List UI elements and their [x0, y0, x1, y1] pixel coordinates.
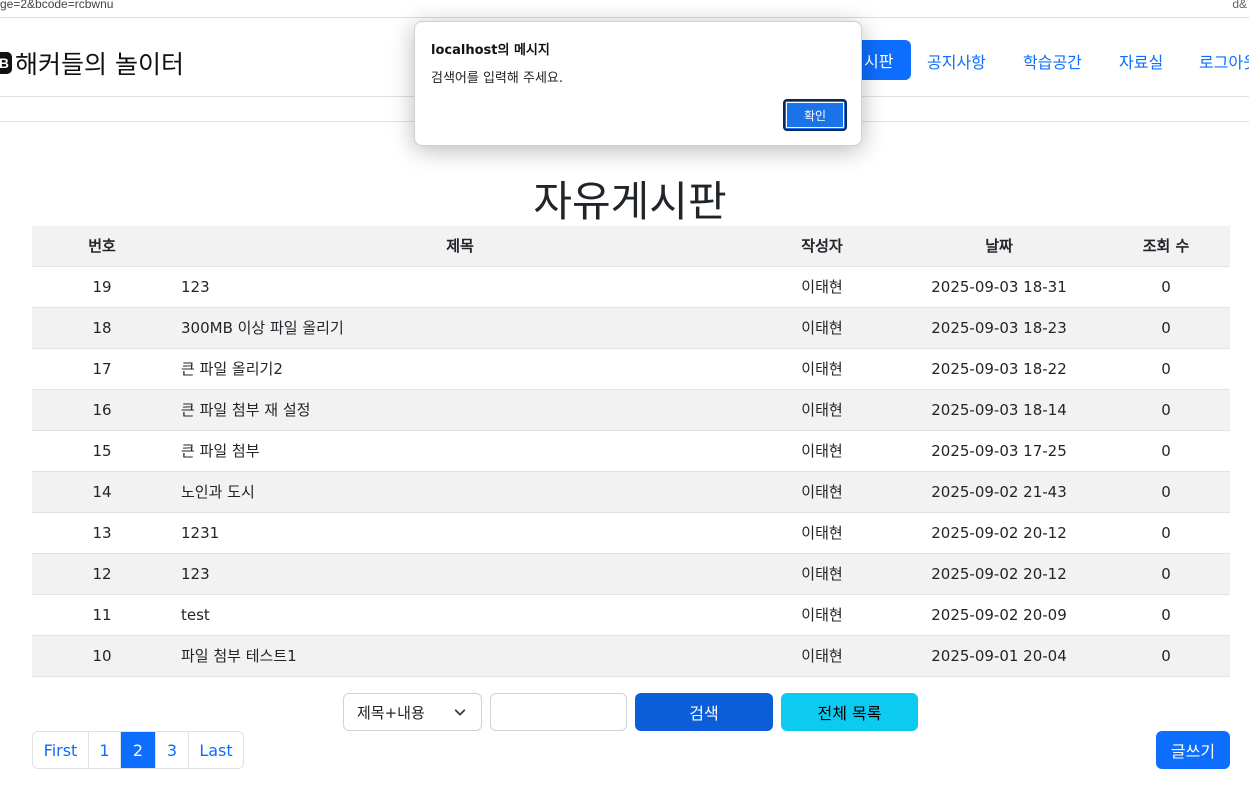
- row-date: 2025-09-03 17-25: [896, 430, 1102, 472]
- table-row[interactable]: 11 test 이태현 2025-09-02 20-09 0: [32, 594, 1230, 636]
- row-views: 0: [1102, 389, 1230, 431]
- row-date: 2025-09-02 20-12: [896, 553, 1102, 595]
- row-date: 2025-09-03 18-14: [896, 389, 1102, 431]
- row-num: 19: [32, 266, 172, 308]
- search-button[interactable]: 검색: [635, 693, 773, 731]
- alert-message: 검색어를 입력해 주세요.: [431, 71, 563, 86]
- table-row[interactable]: 12 123 이태현 2025-09-02 20-12 0: [32, 553, 1230, 595]
- nav-item-archive[interactable]: 자료실: [1119, 49, 1163, 73]
- row-title-link[interactable]: 큰 파일 첨부: [172, 430, 748, 472]
- row-date: 2025-09-01 20-04: [896, 635, 1102, 677]
- row-title-link[interactable]: test: [172, 594, 748, 636]
- row-num: 15: [32, 430, 172, 472]
- row-date: 2025-09-02 20-09: [896, 594, 1102, 636]
- row-author: 이태현: [748, 389, 896, 431]
- row-num: 18: [32, 307, 172, 349]
- row-date: 2025-09-03 18-22: [896, 348, 1102, 390]
- row-author: 이태현: [748, 471, 896, 513]
- search-type-value: 제목+내용: [357, 703, 425, 722]
- alert-title: localhost의 메시지: [431, 43, 550, 58]
- address-bar-right-text: d&: [1232, 0, 1247, 11]
- header-author: 작성자: [748, 226, 896, 267]
- table-row[interactable]: 17 큰 파일 올리기2 이태현 2025-09-03 18-22 0: [32, 348, 1230, 390]
- pagination: First 1 2 3 Last: [32, 731, 244, 769]
- search-input[interactable]: [490, 693, 627, 731]
- board-table: 번호 제목 작성자 날짜 조회 수 19 123 이태현 2025-09-03 …: [32, 226, 1230, 677]
- bootstrap-logo-icon: B: [0, 52, 12, 74]
- row-views: 0: [1102, 635, 1230, 677]
- table-row[interactable]: 19 123 이태현 2025-09-03 18-31 0: [32, 266, 1230, 308]
- alert-ok-button[interactable]: 확인: [783, 99, 847, 131]
- table-row[interactable]: 15 큰 파일 첨부 이태현 2025-09-03 17-25 0: [32, 430, 1230, 472]
- row-title-link[interactable]: 1231: [172, 512, 748, 554]
- url-text[interactable]: ge=2&bcode=rcbwnu: [0, 0, 113, 11]
- row-title-link[interactable]: 큰 파일 첨부 재 설정: [172, 389, 748, 431]
- nav-item-notice[interactable]: 공지사항: [927, 49, 986, 73]
- brand[interactable]: B 해커들의 놀이터: [0, 45, 184, 81]
- page-last[interactable]: Last: [189, 732, 243, 768]
- nav-item-study[interactable]: 학습공간: [1023, 49, 1082, 73]
- table-row[interactable]: 18 300MB 이상 파일 올리기 이태현 2025-09-03 18-23 …: [32, 307, 1230, 349]
- row-num: 11: [32, 594, 172, 636]
- header-title: 제목: [172, 226, 748, 267]
- table-header-row: 번호 제목 작성자 날짜 조회 수: [32, 226, 1230, 267]
- row-num: 16: [32, 389, 172, 431]
- table-row[interactable]: 16 큰 파일 첨부 재 설정 이태현 2025-09-03 18-14 0: [32, 389, 1230, 431]
- nav-item-logout[interactable]: 로그아웃: [1199, 49, 1249, 73]
- row-author: 이태현: [748, 430, 896, 472]
- row-date: 2025-09-03 18-31: [896, 266, 1102, 308]
- table-row[interactable]: 14 노인과 도시 이태현 2025-09-02 21-43 0: [32, 471, 1230, 513]
- write-button[interactable]: 글쓰기: [1156, 731, 1230, 769]
- header-num: 번호: [32, 226, 172, 267]
- header-date: 날짜: [896, 226, 1102, 267]
- nav-item-board-active[interactable]: 시판: [855, 40, 911, 80]
- row-author: 이태현: [748, 635, 896, 677]
- row-title-link[interactable]: 123: [172, 553, 748, 595]
- row-date: 2025-09-02 21-43: [896, 471, 1102, 513]
- page-first[interactable]: First: [33, 732, 89, 768]
- row-views: 0: [1102, 307, 1230, 349]
- row-num: 14: [32, 471, 172, 513]
- row-title-link[interactable]: 123: [172, 266, 748, 308]
- row-num: 13: [32, 512, 172, 554]
- row-author: 이태현: [748, 266, 896, 308]
- all-list-button[interactable]: 전체 목록: [781, 693, 918, 731]
- row-views: 0: [1102, 553, 1230, 595]
- row-views: 0: [1102, 266, 1230, 308]
- row-title-link[interactable]: 300MB 이상 파일 올리기: [172, 307, 748, 349]
- page-1[interactable]: 1: [89, 732, 121, 768]
- row-author: 이태현: [748, 553, 896, 595]
- table-row[interactable]: 13 1231 이태현 2025-09-02 20-12 0: [32, 512, 1230, 554]
- brand-title[interactable]: 해커들의 놀이터: [15, 45, 184, 81]
- row-num: 12: [32, 553, 172, 595]
- row-num: 17: [32, 348, 172, 390]
- row-author: 이태현: [748, 594, 896, 636]
- row-views: 0: [1102, 471, 1230, 513]
- row-author: 이태현: [748, 348, 896, 390]
- table-row[interactable]: 10 파일 첨부 테스트1 이태현 2025-09-01 20-04 0: [32, 635, 1230, 677]
- row-views: 0: [1102, 594, 1230, 636]
- alert-dialog: localhost의 메시지 검색어를 입력해 주세요. 확인: [414, 21, 862, 146]
- page-3[interactable]: 3: [156, 732, 189, 768]
- row-title-link[interactable]: 큰 파일 올리기2: [172, 348, 748, 390]
- row-title-link[interactable]: 파일 첨부 테스트1: [172, 635, 748, 677]
- row-author: 이태현: [748, 512, 896, 554]
- search-type-select[interactable]: 제목+내용: [343, 693, 482, 731]
- page-title: 자유게시판: [533, 177, 727, 226]
- row-date: 2025-09-03 18-23: [896, 307, 1102, 349]
- header-views: 조회 수: [1102, 226, 1230, 267]
- row-views: 0: [1102, 348, 1230, 390]
- page-2-active[interactable]: 2: [121, 732, 156, 768]
- chevron-down-icon: [454, 709, 466, 716]
- row-author: 이태현: [748, 307, 896, 349]
- row-title-link[interactable]: 노인과 도시: [172, 471, 748, 513]
- row-views: 0: [1102, 512, 1230, 554]
- browser-address-bar[interactable]: ge=2&bcode=rcbwnu d&: [0, 0, 1249, 18]
- row-num: 10: [32, 635, 172, 677]
- row-date: 2025-09-02 20-12: [896, 512, 1102, 554]
- row-views: 0: [1102, 430, 1230, 472]
